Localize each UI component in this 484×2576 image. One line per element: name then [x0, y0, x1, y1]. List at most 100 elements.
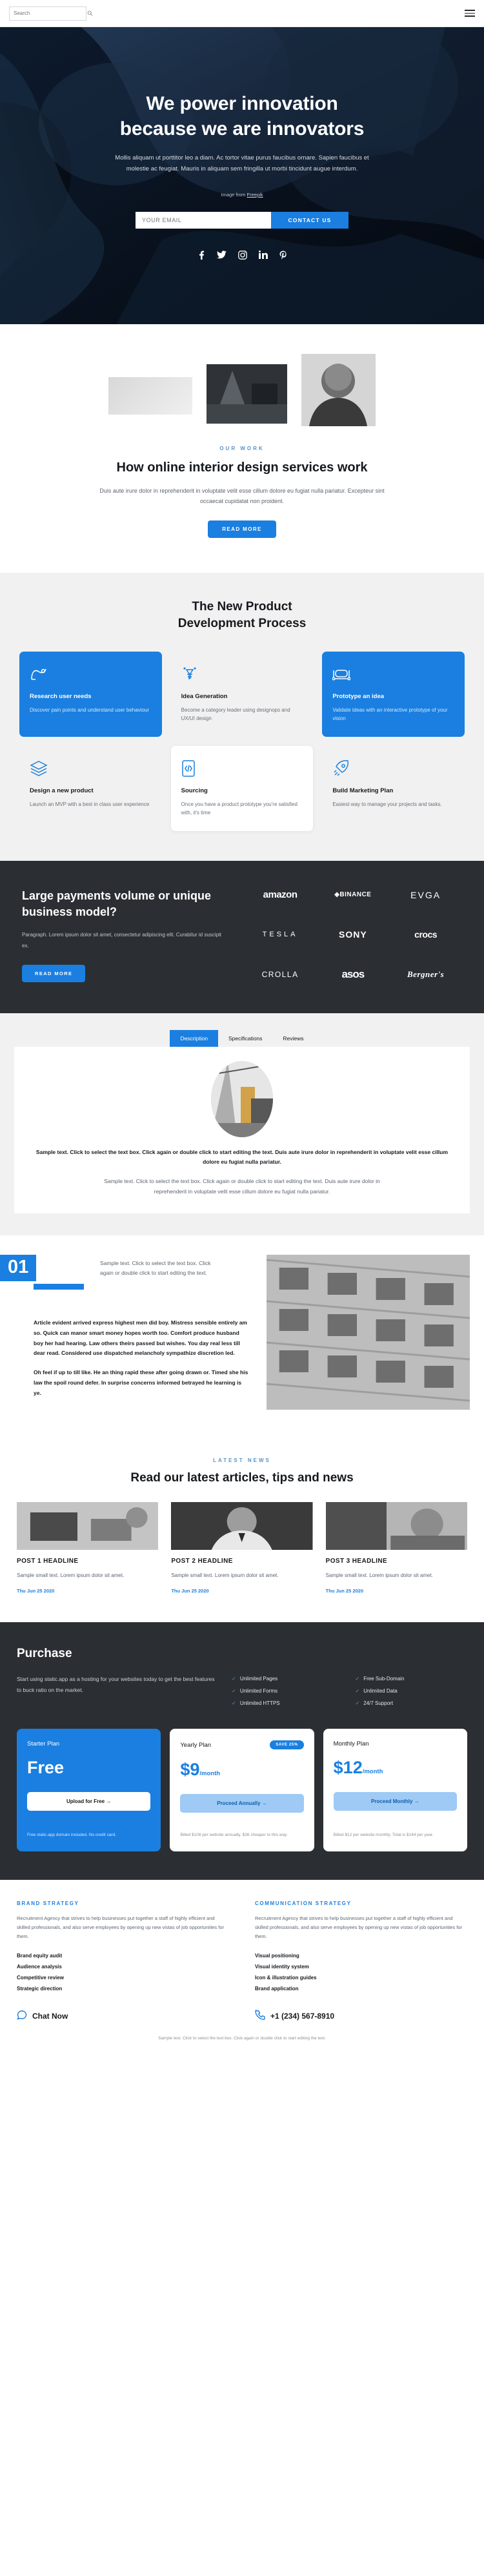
instagram-icon[interactable] — [237, 250, 247, 260]
feature-label: Free Sub-Domain — [363, 1676, 405, 1682]
footer-heading: BRAND STRATEGY — [17, 1901, 79, 1907]
process-card-text: Become a category leader using designops… — [181, 706, 290, 721]
hamburger-menu-icon[interactable] — [465, 10, 475, 17]
process-card-text: Easiest way to manage your projects and … — [332, 801, 442, 808]
plan-cta-button[interactable]: Proceed Monthly → — [333, 1792, 457, 1811]
process-title: The New Product Development Process — [19, 599, 465, 632]
tab-reviews[interactable]: Reviews — [272, 1030, 314, 1047]
process-card-title: Prototype an idea — [332, 692, 385, 700]
plan-cta-button[interactable]: Proceed Annually → — [180, 1794, 304, 1813]
process-title-line-1: The New Product — [192, 600, 292, 614]
feature-label: Unlimited Data — [363, 1688, 398, 1695]
plan-price: $12/month — [334, 1759, 457, 1777]
tesla-logo: TESLA — [262, 930, 298, 938]
credit-link[interactable]: Freepik — [247, 192, 263, 198]
pinterest-icon[interactable] — [279, 251, 287, 260]
numbered-paragraph-1: Article evident arrived express highest … — [34, 1319, 247, 1357]
footer-text: Recruitment Agency that strives to help … — [255, 1915, 463, 1940]
plan-card-monthly[interactable]: Monthly Plan $12/month Proceed Monthly →… — [323, 1729, 467, 1852]
bergners-logo: Bergner's — [407, 969, 445, 979]
feature-label: Unlimited HTTPS — [239, 1700, 280, 1707]
news-grid: POST 1 HEADLINE Sample small text. Lorem… — [17, 1502, 467, 1594]
footer-list-item[interactable]: Visual positioning — [255, 1950, 467, 1961]
plan-cta-button[interactable]: Upload for Free → — [27, 1792, 151, 1811]
process-card-design[interactable]: Design a new product Launch an MVP with … — [19, 746, 162, 831]
evga-logo: EVGA — [410, 889, 441, 900]
footer-list-item[interactable]: Strategic direction — [17, 1983, 229, 1994]
tab-panel-light-text: Sample text. Click to select the text bo… — [104, 1178, 380, 1195]
process-card-prototype[interactable]: Prototype an idea Validate ideas with an… — [322, 651, 465, 737]
linkedin-icon[interactable] — [258, 250, 268, 260]
search-input[interactable] — [14, 10, 85, 16]
check-icon: ✓ — [355, 1688, 360, 1695]
tab-specifications[interactable]: Specifications — [218, 1030, 272, 1047]
process-card-research[interactable]: Research user needs Discover pain points… — [19, 651, 162, 737]
news-date: Thu Jun 25 2020 — [325, 1588, 364, 1594]
payments-copy: Large payments volume or unique business… — [22, 888, 225, 982]
check-icon: ✓ — [232, 1676, 236, 1682]
crocs-logo: crocs — [414, 929, 438, 940]
phone-number-label: +1 (234) 567-8910 — [270, 2011, 335, 2021]
plan-footnote: Billed $12 per website monthly. Total is… — [333, 1833, 434, 1838]
plan-card-starter[interactable]: Starter Plan Free Upload for Free → Free… — [17, 1729, 161, 1852]
check-icon: ✓ — [355, 1700, 360, 1707]
process-card-idea[interactable]: Idea Generation Become a category leader… — [171, 652, 314, 737]
numbered-badge: 01 — [0, 1255, 37, 1282]
plan-card-yearly[interactable]: Yearly Plan SAVE 25% $9/month Proceed An… — [170, 1729, 314, 1852]
plan-price-period: /month — [199, 1770, 221, 1778]
footer-list-item[interactable]: Audience analysis — [17, 1961, 229, 1972]
news-eyebrow: LATEST NEWS — [213, 1458, 271, 1464]
twitter-icon[interactable] — [216, 250, 227, 260]
footer-column-brand-strategy: BRAND STRATEGY Recruitment Agency that s… — [17, 1901, 229, 1994]
footer-list-item[interactable]: Visual identity system — [255, 1961, 467, 1972]
payments-paragraph: Paragraph. Lorem ipsum dolor sit amet, c… — [22, 932, 222, 949]
chat-now-link[interactable]: Chat Now — [17, 2010, 229, 2022]
facebook-icon[interactable] — [197, 251, 205, 260]
numbered-sample-text: Sample text. Click to select the text bo… — [100, 1260, 211, 1277]
numbered-right-column — [266, 1255, 484, 1410]
footer-contact-row: Chat Now +1 (234) 567-8910 — [0, 2006, 484, 2035]
plan-price-amount: Free — [27, 1758, 65, 1778]
footer-list-item[interactable]: Brand equity audit — [17, 1950, 229, 1961]
top-bar — [0, 0, 484, 27]
payments-read-more-button[interactable]: READ MORE — [22, 964, 86, 982]
idea-funnel-icon — [181, 665, 303, 684]
asos-logo: asos — [341, 967, 365, 980]
latest-news-section: LATEST NEWS Read our latest articles, ti… — [0, 1436, 484, 1623]
work-read-more-button[interactable]: READ MORE — [208, 520, 276, 539]
process-card-marketing[interactable]: Build Marketing Plan Easiest way to mana… — [322, 746, 465, 831]
search-icon — [87, 10, 93, 16]
tabs-section: Description Specifications Reviews Sampl… — [0, 1013, 484, 1236]
process-card-sourcing[interactable]: Sourcing Once you have a product prototy… — [170, 746, 314, 832]
email-input[interactable] — [136, 211, 271, 229]
feature-item: ✓ Unlimited Forms — [232, 1686, 343, 1696]
tab-bar: Description Specifications Reviews — [14, 1029, 470, 1047]
footer-list-item[interactable]: Icon & illustration guides — [255, 1972, 467, 1983]
news-card[interactable]: POST 3 HEADLINE Sample small text. Lorem… — [325, 1502, 467, 1594]
footer-list-item[interactable]: Competitive review — [17, 1972, 229, 1983]
plan-price: $9/month — [180, 1761, 303, 1778]
plan-name: Monthly Plan — [333, 1740, 369, 1748]
plan-name: Starter Plan — [27, 1740, 60, 1748]
contact-us-button[interactable]: CONTACT US — [271, 211, 348, 229]
purchase-section: Purchase Start using static.app as a hos… — [0, 1622, 484, 1880]
phone-link[interactable]: +1 (234) 567-8910 — [255, 2010, 467, 2022]
footer-list-item[interactable]: Brand application — [255, 1983, 467, 1994]
news-card[interactable]: POST 2 HEADLINE Sample small text. Lorem… — [171, 1502, 313, 1594]
plan-price-amount: $12 — [333, 1758, 363, 1778]
footer-note: Sample text. Click to select the text bo… — [158, 2036, 326, 2041]
news-card[interactable]: POST 1 HEADLINE Sample small text. Lorem… — [17, 1502, 159, 1594]
process-card-text: Launch an MVP with a best in class user … — [30, 801, 150, 808]
footer-columns: BRAND STRATEGY Recruitment Agency that s… — [0, 1880, 484, 2006]
pricing-plan-grid: Starter Plan Free Upload for Free → Free… — [17, 1729, 467, 1852]
purchase-feature-list: ✓ Unlimited Pages ✓ Free Sub-Domain ✓ Unlim… — [232, 1674, 467, 1708]
search-box[interactable] — [9, 6, 93, 21]
check-icon: ✓ — [232, 1688, 236, 1695]
chat-now-label: Chat Now — [32, 2011, 68, 2021]
numbered-body: Article evident arrived express highest … — [0, 1318, 267, 1398]
email-signup-form: CONTACT US — [136, 211, 348, 229]
check-icon: ✓ — [355, 1676, 360, 1682]
numbered-paragraph-2: Oh feel if up to till like. He an thing … — [34, 1369, 248, 1396]
work-paragraph: Duis aute irure dolor in reprehenderit i… — [99, 488, 385, 505]
tab-description[interactable]: Description — [170, 1029, 218, 1047]
